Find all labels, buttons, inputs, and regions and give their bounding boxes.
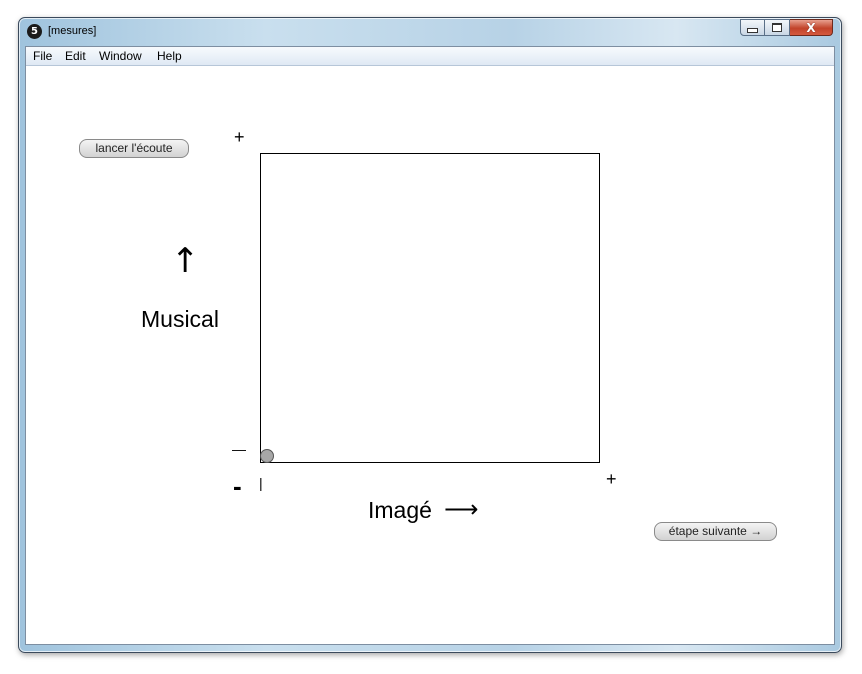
listen-button[interactable]: lancer l'écoute <box>79 139 189 158</box>
y-axis-plus: + <box>234 127 245 147</box>
window-title: [mesures] <box>48 25 97 37</box>
close-button[interactable]: X <box>790 19 833 36</box>
x-axis-label: Imagé <box>368 497 432 523</box>
y-axis-label: Musical <box>141 306 219 332</box>
menu-window[interactable]: Window <box>99 49 142 63</box>
x-axis-plus: + <box>606 469 617 489</box>
next-step-button[interactable]: étape suivante → <box>654 522 777 541</box>
title-bar[interactable]: 5 [mesures] X <box>19 18 841 48</box>
menu-bar: File Edit Window Help <box>26 47 834 66</box>
axis-minus: - <box>233 471 242 501</box>
y-axis-min-tick: — <box>232 441 246 457</box>
close-icon: X <box>806 20 816 35</box>
maximize-button[interactable] <box>765 19 790 36</box>
arrow-right-icon: ⟶ <box>444 495 479 523</box>
rating-area[interactable] <box>260 153 600 463</box>
app-icon: 5 <box>27 24 42 39</box>
caption-buttons: X <box>740 19 833 37</box>
x-axis-min-tick: | <box>259 475 263 491</box>
arrow-up-icon: ↑ <box>171 241 200 281</box>
minimize-button[interactable] <box>740 19 765 36</box>
menu-help[interactable]: Help <box>157 49 182 63</box>
rating-cursor[interactable] <box>260 449 274 463</box>
app-window: 5 [mesures] X File Edit Window Help lanc… <box>18 17 842 653</box>
menu-file[interactable]: File <box>33 49 52 63</box>
client-area: File Edit Window Help lancer l'écoute + … <box>25 46 835 645</box>
maximize-icon <box>772 23 782 32</box>
menu-edit[interactable]: Edit <box>65 49 86 63</box>
minimize-icon <box>747 27 758 33</box>
